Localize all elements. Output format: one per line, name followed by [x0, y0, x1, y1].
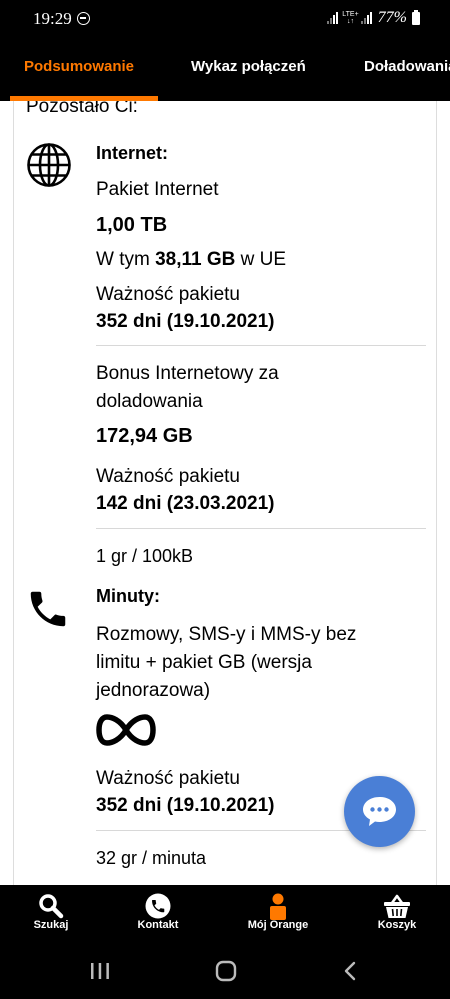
status-time: 19:29	[33, 9, 72, 28]
phone-circle-icon	[145, 893, 171, 919]
internet-package-name: Pakiet Internet	[96, 179, 219, 200]
infinity-icon	[96, 714, 156, 746]
nav-contact-label: Kontakt	[137, 919, 179, 931]
internet-amount: 1,00 TB	[96, 214, 168, 236]
signal-strength-icon	[327, 12, 339, 24]
eu-amount: 38,11 GB	[155, 249, 236, 270]
chat-bubble-icon	[363, 797, 396, 826]
eu-prefix: W tym	[96, 249, 150, 270]
minutes-validity-value: 352 dni (19.10.2021)	[96, 795, 275, 816]
battery-icon	[412, 9, 420, 25]
nav-my-orange-label: Mój Orange	[247, 919, 309, 931]
minutes-desc-line2: limitu + pakiet GB (wersja	[96, 652, 312, 673]
tab-bar: Podsumowanie Wykaz połączeń Doładowania	[0, 36, 450, 101]
internet-title: Internet:	[96, 143, 168, 163]
status-indicators: LTE+ ↓↑ 77%	[327, 7, 420, 29]
minutes-rate: 32 gr / minuta	[96, 848, 207, 868]
bonus-amount: 172,94 GB	[96, 425, 193, 447]
system-navigation-bar	[0, 940, 450, 999]
eu-suffix: w UE	[240, 249, 287, 270]
phone-icon	[30, 591, 66, 627]
tab-doladowania[interactable]: Doładowania	[364, 58, 450, 75]
search-icon	[39, 894, 64, 919]
nav-search[interactable]: Szukaj	[1, 885, 101, 940]
bottom-navigation: Szukaj Kontakt Mój Orange Koszyk	[0, 885, 450, 940]
bonus-validity-value: 142 dni (23.03.2021)	[96, 493, 275, 514]
nav-search-label: Szukaj	[33, 919, 69, 931]
user-icon	[270, 893, 286, 920]
minutes-validity-label: Ważność pakietu	[96, 768, 240, 789]
nav-contact[interactable]: Kontakt	[108, 885, 208, 940]
nav-my-orange[interactable]: Mój Orange	[228, 885, 328, 940]
signal-strength-icon-2	[360, 12, 372, 24]
remaining-header: Pozostało Ci:	[26, 101, 138, 117]
minutes-title: Minuty:	[96, 586, 160, 606]
recent-apps-icon[interactable]	[90, 962, 110, 980]
bonus-validity-label: Ważność pakietu	[96, 466, 240, 487]
bonus-title-line1: Bonus Internetowy za	[96, 363, 279, 384]
network-type-label: LTE+ ↓↑	[342, 11, 359, 25]
divider	[96, 528, 426, 529]
divider	[96, 345, 426, 346]
nav-basket[interactable]: Koszyk	[347, 885, 447, 940]
battery-percent: 77%	[377, 9, 407, 26]
internet-validity-value: 352 dni (19.10.2021)	[96, 311, 275, 332]
status-bar: 19:29 LTE+ ↓↑ 77%	[0, 0, 450, 36]
tab-wykaz-polaczen[interactable]: Wykaz połączeń	[191, 58, 306, 75]
back-icon[interactable]	[343, 961, 357, 981]
minutes-desc-line3: jednorazowa)	[96, 680, 211, 701]
minutes-desc-line1: Rozmowy, SMS-y i MMS-y bez	[96, 624, 357, 645]
home-icon[interactable]	[215, 960, 237, 982]
internet-eu-line: W tym 38,11 GB w UE	[96, 248, 286, 272]
internet-rate: 1 gr / 100kB	[96, 546, 194, 566]
nav-basket-label: Koszyk	[377, 919, 417, 931]
remaining-card: Pozostało Ci: Internet: Pakiet Internet …	[13, 101, 437, 885]
bonus-title-line2: doladowania	[96, 391, 203, 412]
chat-button[interactable]	[344, 776, 415, 847]
tab-podsumowanie[interactable]: Podsumowanie	[24, 58, 134, 75]
basket-icon	[384, 894, 410, 918]
internet-validity-label: Ważność pakietu	[96, 284, 240, 305]
globe-icon	[27, 143, 71, 187]
do-not-disturb-icon	[77, 12, 90, 25]
summary-content[interactable]: Pozostało Ci: Internet: Pakiet Internet …	[0, 101, 450, 885]
